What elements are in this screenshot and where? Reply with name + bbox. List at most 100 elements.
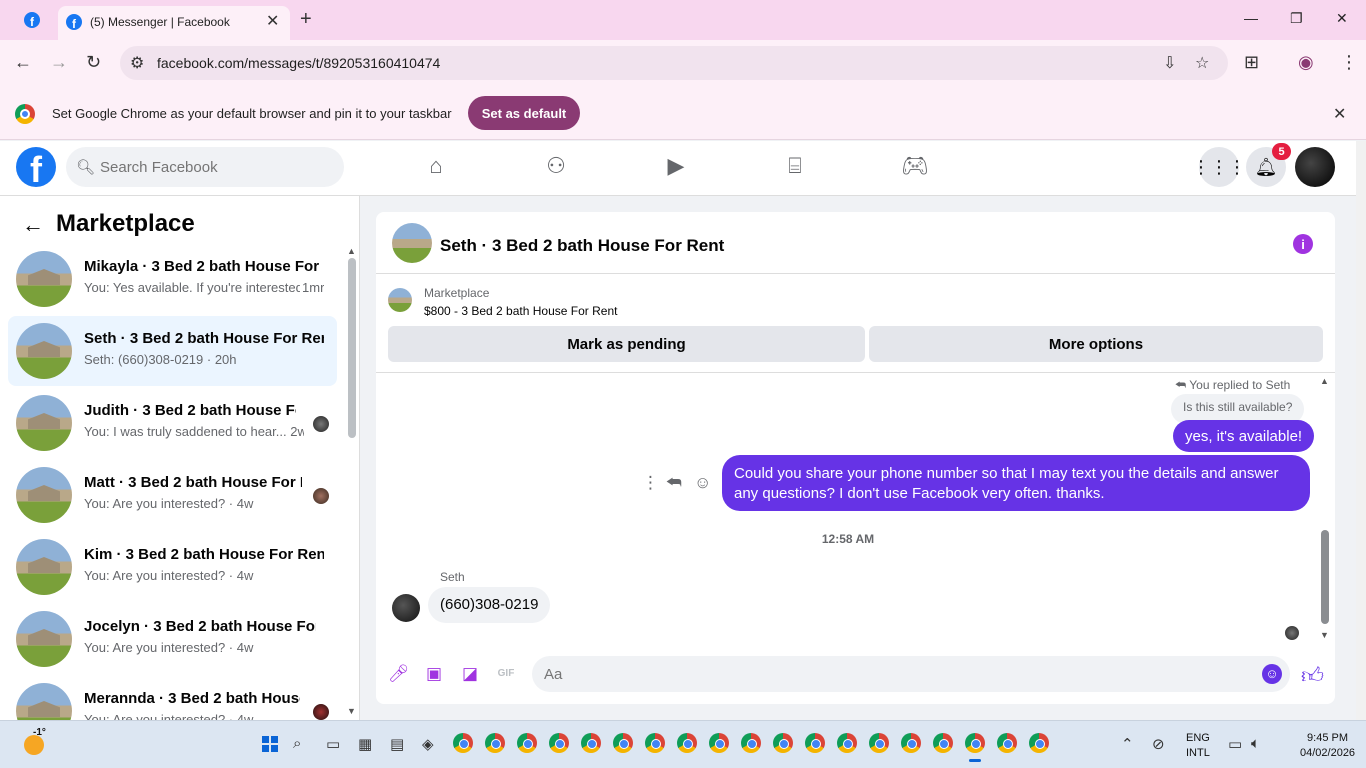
incoming-message[interactable]: (660)308-0219	[428, 587, 551, 623]
close-icon[interactable]: ✕	[1333, 104, 1346, 124]
chrome-icon[interactable]	[485, 733, 505, 753]
chrome-icon[interactable]	[453, 733, 473, 753]
calculator-icon[interactable]: ▦	[358, 735, 372, 753]
facebook-logo-icon[interactable]: f	[16, 147, 56, 187]
mark-as-pending-button[interactable]: Mark as pending	[388, 326, 865, 362]
profile-avatar[interactable]	[1295, 147, 1335, 187]
friends-icon[interactable]: ⚇	[541, 153, 571, 183]
info-icon[interactable]: i	[1293, 234, 1313, 254]
site-info-icon[interactable]: ⚙	[130, 53, 144, 73]
gif-icon[interactable]: GIF	[496, 664, 516, 684]
conversation-item[interactable]: Merannda · 3 Bed 2 bath House For Rent Y…	[8, 676, 337, 720]
profile-icon[interactable]: ◉	[1298, 52, 1314, 73]
display-icon[interactable]: ▭	[1228, 735, 1242, 753]
chrome-icon[interactable]	[901, 733, 921, 753]
marketplace-icon[interactable]: ⌸	[780, 153, 810, 183]
menu-kebab-icon[interactable]: ⋮	[1340, 52, 1358, 73]
network-off-icon[interactable]: ⊘	[1152, 735, 1165, 753]
volume-icon[interactable]: 🔈︎	[1251, 735, 1260, 752]
message-thread: ⮪ You replied to Seth Is this still avai…	[376, 374, 1335, 644]
new-tab-icon[interactable]: +	[300, 8, 312, 31]
chrome-icon[interactable]	[581, 733, 601, 753]
reply-icon[interactable]: ⮪	[666, 473, 682, 493]
chrome-icon[interactable]	[773, 733, 793, 753]
sender-avatar[interactable]	[392, 594, 420, 622]
search-icon[interactable]: ⌕	[293, 735, 301, 752]
app-icon[interactable]: ◈	[422, 735, 434, 753]
search-box[interactable]: 🔍︎	[66, 147, 344, 187]
page-scrollbar[interactable]	[1356, 141, 1366, 720]
more-options-button[interactable]: More options	[869, 326, 1323, 362]
close-window-icon[interactable]: ✕	[1336, 10, 1348, 27]
chrome-icon[interactable]	[549, 733, 569, 753]
maximize-icon[interactable]: ❐	[1290, 10, 1303, 27]
chrome-icon[interactable]	[741, 733, 761, 753]
thumbs-up-icon[interactable]: 👍︎	[1301, 662, 1324, 689]
scrollbar-thumb[interactable]	[348, 258, 356, 438]
gaming-icon[interactable]: 🎮︎	[900, 153, 930, 183]
facebook-header: f 🔍︎ ⌂ ⚇ ▶ ⌸ 🎮︎ ⋮⋮⋮ 🔔︎	[0, 141, 1356, 196]
scrollbar-thumb[interactable]	[1321, 530, 1329, 624]
react-emoji-icon[interactable]: ☺	[694, 473, 711, 493]
scroll-down-icon[interactable]: ▼	[347, 706, 356, 716]
outgoing-message[interactable]: yes, it's available!	[1173, 420, 1315, 452]
chrome-icon[interactable]	[805, 733, 825, 753]
chrome-icon[interactable]	[965, 733, 985, 762]
conversation-item[interactable]: Jocelyn · 3 Bed 2 bath House For Rent Yo…	[8, 604, 337, 674]
conversation-item[interactable]: Seth · 3 Bed 2 bath House For Rent Seth:…	[8, 316, 337, 386]
set-as-default-button[interactable]: Set as default	[468, 96, 580, 130]
menu-grid-icon[interactable]: ⋮⋮⋮	[1192, 147, 1246, 187]
chrome-icon[interactable]	[645, 733, 665, 753]
reload-icon[interactable]: ↻	[86, 52, 101, 73]
home-icon[interactable]: ⌂	[421, 153, 451, 183]
minimize-icon[interactable]: —	[1244, 10, 1258, 26]
chevron-up-icon[interactable]: ⌃	[1121, 735, 1134, 753]
chrome-icon[interactable]	[997, 733, 1017, 753]
clock[interactable]: 9:45 PM 04/02/2026	[1300, 731, 1355, 761]
back-arrow-icon[interactable]: ←	[22, 212, 44, 238]
url-text[interactable]: facebook.com/messages/t/892053160410474	[157, 55, 440, 71]
conversation-snippet: Seth: (660)308-0219 · 20h	[84, 352, 237, 367]
install-icon[interactable]: ⇩	[1163, 53, 1176, 73]
scroll-down-icon[interactable]: ▼	[1320, 630, 1329, 640]
windows-start-icon[interactable]	[262, 736, 278, 752]
chrome-icon[interactable]	[709, 733, 729, 753]
photo-icon[interactable]: ▣	[424, 664, 444, 684]
chrome-icon[interactable]	[869, 733, 889, 753]
chrome-icon[interactable]	[677, 733, 697, 753]
video-icon[interactable]: ▶	[661, 153, 691, 183]
search-input[interactable]	[100, 147, 330, 187]
outgoing-message[interactable]: Could you share your phone number so tha…	[722, 455, 1310, 511]
emoji-icon[interactable]: ☺	[1262, 664, 1282, 684]
bookmark-star-icon[interactable]: ☆	[1195, 53, 1209, 73]
forward-icon[interactable]: →	[50, 52, 68, 73]
back-icon[interactable]: ←	[14, 52, 32, 73]
message-input[interactable]	[532, 656, 1290, 692]
chat-title[interactable]: Seth · 3 Bed 2 bath House For Rent	[440, 236, 724, 256]
chrome-icon[interactable]	[1029, 733, 1049, 753]
chrome-icon[interactable]	[517, 733, 537, 753]
scroll-up-icon[interactable]: ▲	[1320, 376, 1329, 386]
address-bar[interactable]: ⚙ facebook.com/messages/t/89205316041047…	[120, 46, 1228, 80]
conversation-item[interactable]: Kim · 3 Bed 2 bath House For Rent You: A…	[8, 532, 337, 602]
chrome-icon[interactable]	[613, 733, 633, 753]
browser-tab-active[interactable]: f (5) Messenger | Facebook ✕	[58, 6, 290, 40]
sticker-icon[interactable]: ◪	[460, 664, 480, 684]
listing-title[interactable]: $800 - 3 Bed 2 bath House For Rent	[424, 304, 617, 318]
listing-thumbnail[interactable]	[392, 223, 432, 263]
conversation-item[interactable]: Matt · 3 Bed 2 bath House For Rent You: …	[8, 460, 337, 530]
close-tab-icon[interactable]: ✕	[266, 11, 279, 31]
notepad-icon[interactable]: ▤	[390, 735, 404, 753]
tab-search-icon[interactable]: ⊞	[1244, 52, 1259, 73]
conversation-item[interactable]: Judith · 3 Bed 2 bath House For Rent You…	[8, 388, 337, 458]
scroll-up-icon[interactable]: ▲	[347, 246, 356, 256]
facebook-icon[interactable]: f	[24, 12, 40, 28]
chrome-icon[interactable]	[837, 733, 857, 753]
more-actions-icon[interactable]: ⋮	[642, 473, 659, 493]
weather-icon[interactable]	[24, 735, 44, 755]
task-view-icon[interactable]: ▭	[326, 735, 340, 753]
microphone-icon[interactable]: 🎤︎	[388, 664, 410, 684]
chrome-icon[interactable]	[933, 733, 953, 753]
conversation-item[interactable]: Mikayla · 3 Bed 2 bath House For Rent Yo…	[8, 244, 337, 314]
language-indicator[interactable]: ENG INTL	[1186, 731, 1210, 761]
